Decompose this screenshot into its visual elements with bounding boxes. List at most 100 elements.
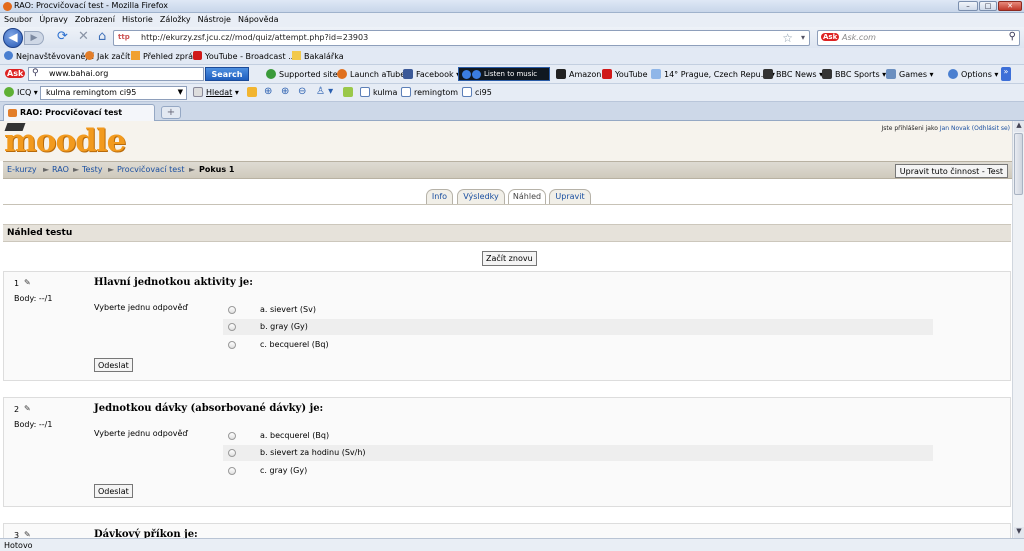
edit-activity-button[interactable]: Upravit tuto činnost - Test: [894, 164, 1008, 178]
rss-icon: [131, 51, 140, 60]
person-icon[interactable]: ♙ ▾: [316, 86, 333, 97]
icq-button[interactable]: ICQ ▾: [4, 87, 38, 97]
tab-info[interactable]: Info: [426, 189, 453, 205]
page-content: moodle Jste přihlášeni jako Jan Novak (O…: [0, 121, 1012, 538]
search-icon[interactable]: ⚲: [1009, 31, 1016, 42]
menu-historie[interactable]: Historie: [118, 13, 156, 24]
scroll-up-icon[interactable]: ▲: [1014, 121, 1024, 132]
launch-atube-button[interactable]: Launch aTube: [337, 69, 405, 79]
site-favicon: ttp: [118, 33, 130, 41]
logout-link[interactable]: (Odhlásit se): [972, 125, 1010, 132]
facebook-button[interactable]: Facebook ▾: [403, 69, 460, 79]
flag-icon[interactable]: ✎: [24, 530, 31, 538]
question-prompt: Vyberte jednu odpověď: [94, 429, 188, 438]
scroll-thumb[interactable]: [1014, 133, 1023, 195]
gear-icon: [948, 69, 958, 79]
url-bar[interactable]: ttp http://ekurzy.zsf.jcu.cz//mod/quiz/a…: [113, 30, 810, 46]
link-kulma[interactable]: kulma: [360, 87, 397, 97]
moodle-logo[interactable]: moodle: [4, 123, 126, 159]
zoom-reset-icon[interactable]: ⊖: [298, 86, 306, 97]
bookmark-news[interactable]: Přehled zpráv: [131, 51, 198, 61]
breadcrumb-testy[interactable]: Testy: [82, 165, 103, 174]
reload-icon[interactable]: ⟳: [57, 30, 68, 44]
home-icon[interactable]: ⌂: [98, 30, 106, 44]
stop-icon[interactable]: ✕: [78, 30, 89, 44]
find-button[interactable]: Hledat ▾: [193, 87, 239, 97]
user-link[interactable]: Jan Novak: [940, 125, 970, 132]
tab-nahled[interactable]: Náhled: [508, 189, 546, 205]
flag-icon[interactable]: ✎: [24, 278, 31, 287]
menu-zobrazeni[interactable]: Zobrazení: [71, 13, 118, 24]
ask-toolbar: Ask ⚲ www.bahai.org Search Supported site…: [0, 65, 1024, 84]
question-number: 2: [14, 405, 20, 414]
submit-button[interactable]: Odeslat: [94, 358, 133, 372]
menu-nastroje[interactable]: Nástroje: [194, 13, 234, 24]
breadcrumb-procvicovaci-test[interactable]: Procvičovací test: [117, 165, 185, 174]
answer-option[interactable]: a. sievert (Sv): [223, 302, 933, 318]
menu-upravy[interactable]: Úpravy: [35, 13, 71, 24]
bookmark-youtube[interactable]: YouTube - Broadcast ...: [193, 51, 296, 61]
breadcrumb: E-kurzy ► RAO ► Testy ► Procvičovací tes…: [3, 161, 1012, 179]
menu-soubor[interactable]: Soubor: [0, 13, 35, 24]
pencil-icon[interactable]: [343, 87, 356, 97]
ask-search-input[interactable]: ⚲ www.bahai.org: [28, 67, 204, 81]
bookmark-getting-started[interactable]: Jak začít: [85, 51, 130, 61]
search-box[interactable]: Ask Ask.com ⚲: [817, 30, 1020, 46]
bookmark-star-icon[interactable]: ☆: [782, 31, 793, 45]
radio-button[interactable]: [228, 323, 236, 331]
radio-button[interactable]: [228, 306, 236, 314]
listen-to-music-widget[interactable]: Listen to music: [458, 67, 550, 81]
games-button[interactable]: Games ▾: [886, 69, 934, 79]
menu-napoveda[interactable]: Nápověda: [234, 13, 282, 24]
radio-button[interactable]: [228, 449, 236, 457]
maximize-button[interactable]: □: [979, 1, 997, 11]
zoom-out-icon[interactable]: ⊕: [281, 86, 289, 97]
highlight-icon[interactable]: [247, 87, 260, 97]
restart-button[interactable]: Začít znovu: [482, 251, 537, 266]
answer-option[interactable]: c. becquerel (Bq): [223, 337, 933, 353]
youtube-button[interactable]: YouTube: [602, 69, 648, 79]
minimize-button[interactable]: –: [958, 1, 978, 11]
tab-vysledky[interactable]: Výsledky: [457, 189, 505, 205]
icq-search-select[interactable]: kulma remingtom ci95 ▼: [40, 86, 187, 100]
facebook-icon: [403, 69, 413, 79]
bbc-sports-button[interactable]: BBC Sports ▾: [822, 69, 886, 79]
moodle-favicon: [8, 109, 17, 117]
tab-upravit[interactable]: Upravit: [549, 189, 591, 205]
bookmark-most-visited[interactable]: Nejnavštěvovanější: [4, 51, 94, 61]
new-tab-button[interactable]: +: [161, 106, 181, 119]
ask-search-button[interactable]: Search: [205, 67, 249, 81]
answer-option[interactable]: b. sievert za hodinu (Sv/h): [223, 445, 933, 461]
question-text: Jednotkou dávky (absorbované dávky) je:: [94, 403, 324, 414]
menu-zalozky[interactable]: Záložky: [156, 13, 194, 24]
radio-button[interactable]: [228, 341, 236, 349]
close-button[interactable]: ✕: [998, 1, 1022, 11]
breadcrumb-rao[interactable]: RAO: [52, 165, 69, 174]
vertical-scrollbar[interactable]: ▲ ▼: [1012, 121, 1024, 538]
url-dropdown-icon[interactable]: ▾: [801, 33, 805, 42]
link-remingtom[interactable]: remingtom: [401, 87, 458, 97]
bookmark-bakalarka[interactable]: Bakalářka: [292, 51, 344, 61]
answer-option[interactable]: a. becquerel (Bq): [223, 428, 933, 444]
bbc-news-button[interactable]: BBC News ▾: [763, 69, 823, 79]
flag-icon[interactable]: ✎: [24, 404, 31, 413]
supported-sites-button[interactable]: Supported sites: [266, 69, 342, 79]
submit-button[interactable]: Odeslat: [94, 484, 133, 498]
amazon-button[interactable]: Amazon: [556, 69, 601, 79]
scroll-down-icon[interactable]: ▼: [1014, 527, 1024, 538]
window-titlebar: RAO: Procvičovací test - Mozilla Firefox…: [0, 0, 1024, 13]
answer-option[interactable]: c. gray (Gy): [223, 463, 933, 479]
radio-button[interactable]: [228, 432, 236, 440]
weather-button[interactable]: 14° Prague, Czech Repu... ▾: [651, 69, 775, 79]
youtube-icon: [602, 69, 612, 79]
link-ci95[interactable]: ci95: [462, 87, 492, 97]
answer-option[interactable]: b. gray (Gy): [223, 319, 933, 335]
overflow-chevron-icon[interactable]: »: [1001, 67, 1011, 81]
radio-button[interactable]: [228, 467, 236, 475]
tab-rao-test[interactable]: RAO: Procvičovací test: [3, 104, 155, 121]
breadcrumb-ekurzy[interactable]: E-kurzy: [7, 165, 37, 174]
back-button[interactable]: ◀: [3, 28, 23, 48]
forward-button[interactable]: ▶: [24, 31, 44, 45]
zoom-in-icon[interactable]: ⊕: [264, 86, 272, 97]
options-button[interactable]: Options ▾: [948, 69, 998, 79]
